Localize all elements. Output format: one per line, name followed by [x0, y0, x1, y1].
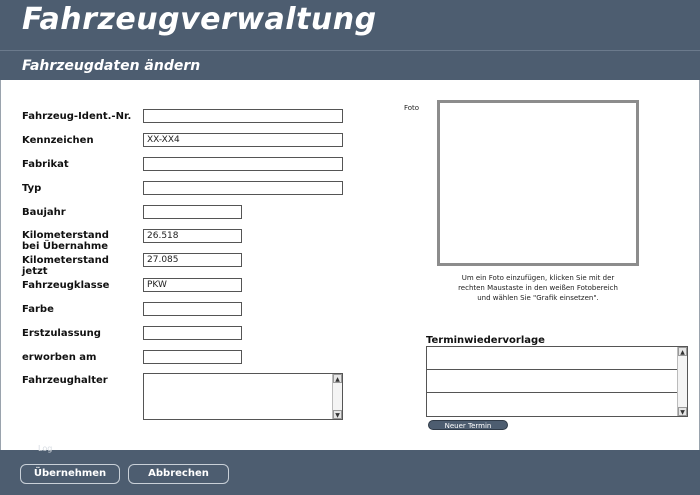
- label-baujahr: Baujahr: [22, 207, 66, 218]
- label-fabrikat: Fabrikat: [22, 159, 69, 170]
- ghost-label: Log: [38, 444, 53, 453]
- label-km-jetzt: Kilometerstand jetzt: [22, 255, 109, 277]
- foto-hint: Um ein Foto einzufügen, klicken Sie mit …: [440, 273, 636, 303]
- termin-row[interactable]: [427, 393, 678, 416]
- fahrzeugklasse-input[interactable]: PKW: [143, 278, 242, 292]
- label-kennzeichen: Kennzeichen: [22, 135, 94, 146]
- foto-hint-line1: Um ein Foto einzufügen, klicken Sie mit …: [461, 274, 615, 282]
- scroll-up-arrow-icon[interactable]: ▲: [678, 347, 687, 356]
- kennzeichen-input[interactable]: XX-XX4: [143, 133, 343, 147]
- fahrzeughalter-scrollbar[interactable]: ▲ ▼: [332, 374, 342, 419]
- erstzulassung-input[interactable]: [143, 326, 242, 340]
- termin-scrollbar[interactable]: ▲ ▼: [677, 347, 687, 416]
- km-jetzt-input[interactable]: 27.085: [143, 253, 242, 267]
- label-km-uebernahme-line1: Kilometerstand: [22, 230, 109, 241]
- scroll-down-arrow-icon[interactable]: ▼: [333, 410, 342, 419]
- foto-hint-line3: und wählen Sie "Grafik einsetzen".: [477, 294, 599, 302]
- new-appointment-button[interactable]: Neuer Termin: [428, 420, 508, 430]
- apply-button[interactable]: Übernehmen: [20, 464, 120, 484]
- label-km-jetzt-line2: jetzt: [22, 266, 48, 277]
- app-title: Fahrzeugverwaltung: [22, 2, 377, 37]
- label-typ: Typ: [22, 183, 42, 194]
- label-km-uebernahme-line2: bei Übernahme: [22, 241, 109, 252]
- scroll-down-arrow-icon[interactable]: ▼: [678, 407, 687, 416]
- label-fahrzeughalter: Fahrzeughalter: [22, 375, 108, 386]
- app-header: Fahrzeugverwaltung Fahrzeugdaten ändern: [0, 0, 700, 80]
- scroll-up-arrow-icon[interactable]: ▲: [333, 374, 342, 383]
- fabrikat-input[interactable]: [143, 157, 343, 171]
- label-vin: Fahrzeug-Ident.-Nr.: [22, 111, 132, 122]
- vin-input[interactable]: [143, 109, 343, 123]
- header-divider: [0, 50, 700, 51]
- label-km-uebernahme: Kilometerstand bei Übernahme: [22, 230, 109, 252]
- label-farbe: Farbe: [22, 304, 54, 315]
- foto-hint-line2: rechten Maustaste in den weißen Fotobere…: [458, 284, 618, 292]
- label-km-jetzt-line1: Kilometerstand: [22, 255, 109, 266]
- termin-list[interactable]: ▲ ▼: [426, 346, 688, 417]
- farbe-input[interactable]: [143, 302, 242, 316]
- erworben-am-input[interactable]: [143, 350, 242, 364]
- termin-title: Terminwiedervorlage: [426, 335, 545, 346]
- page-subtitle: Fahrzeugdaten ändern: [22, 58, 201, 74]
- typ-input[interactable]: [143, 181, 343, 195]
- termin-row[interactable]: [427, 347, 678, 370]
- label-erstzulassung: Erstzulassung: [22, 328, 101, 339]
- termin-row[interactable]: [427, 370, 678, 393]
- label-erworben-am: erworben am: [22, 352, 97, 363]
- foto-area[interactable]: [437, 100, 639, 266]
- km-uebernahme-input[interactable]: 26.518: [143, 229, 242, 243]
- label-fahrzeugklasse: Fahrzeugklasse: [22, 280, 110, 291]
- fahrzeughalter-textarea[interactable]: ▲ ▼: [143, 373, 343, 420]
- baujahr-input[interactable]: [143, 205, 242, 219]
- cancel-button[interactable]: Abbrechen: [128, 464, 229, 484]
- foto-label: Foto: [404, 104, 420, 112]
